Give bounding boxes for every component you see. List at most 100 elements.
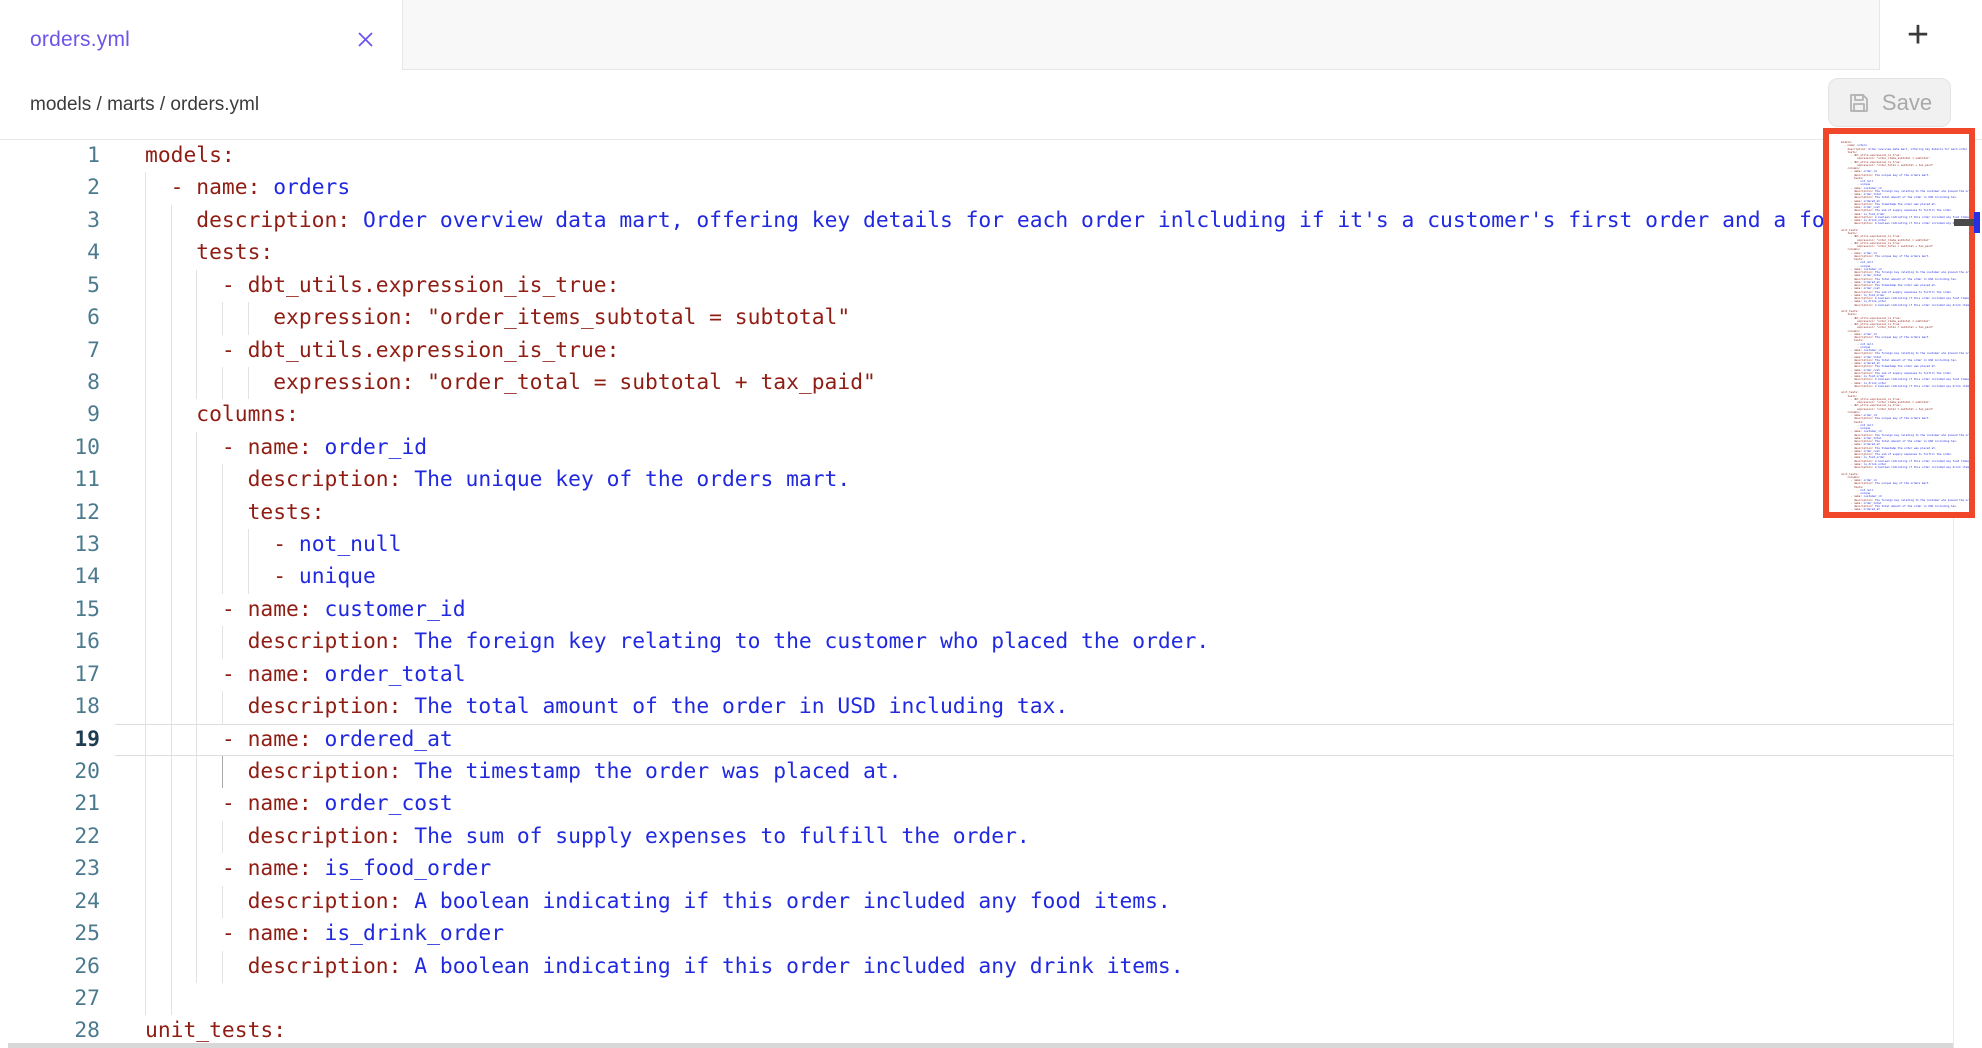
minimap-line: description: A boolean indicating if thi… [1841, 304, 1969, 307]
syntax-token: A boolean indicating if this order inclu… [401, 889, 1170, 914]
code-line[interactable]: 4 tests: [0, 237, 1982, 269]
horizontal-scrollbar[interactable] [8, 1043, 1953, 1048]
code-text: - unique [145, 561, 376, 593]
syntax-token: description: [145, 759, 401, 784]
code-line[interactable]: 2 - name: orders [0, 172, 1982, 204]
save-button[interactable]: Save [1828, 78, 1951, 127]
code-line[interactable]: 22 description: The sum of supply expens… [0, 821, 1982, 853]
code-editor[interactable]: 1models:2 - name: orders3 description: O… [0, 140, 1982, 1048]
code-text: - name: is_drink_order [145, 918, 504, 950]
syntax-token: description: [145, 629, 401, 654]
cursor-scroll-marker-icon [1974, 212, 1980, 233]
code-text: columns: [145, 399, 299, 431]
line-number: 23 [0, 853, 100, 885]
code-line[interactable]: 21 - name: order_cost [0, 788, 1982, 820]
code-text: description: The sum of supply expenses … [145, 821, 1030, 853]
syntax-token: columns: [145, 402, 299, 427]
code-line[interactable]: 24 description: A boolean indicating if … [0, 886, 1982, 918]
code-line[interactable]: 6 expression: "order_items_subtotal = su… [0, 302, 1982, 334]
code-line[interactable]: 16 description: The foreign key relating… [0, 626, 1982, 658]
code-text: tests: [145, 237, 273, 269]
code-line[interactable]: 27 [0, 983, 1982, 1015]
code-line[interactable]: 1models: [0, 140, 1982, 172]
code-line[interactable]: 11 description: The unique key of the or… [0, 464, 1982, 496]
plus-icon: + [1907, 14, 1929, 57]
code-line[interactable]: 7 - dbt_utils.expression_is_true: [0, 335, 1982, 367]
syntax-token: - name: [145, 921, 312, 946]
code-line[interactable]: 13 - not_null [0, 529, 1982, 561]
code-line[interactable]: 26 description: A boolean indicating if … [0, 951, 1982, 983]
line-number: 10 [0, 432, 100, 464]
line-number: 3 [0, 205, 100, 237]
syntax-token: unit_tests: [145, 1018, 286, 1043]
code-line[interactable]: 20 description: The timestamp the order … [0, 756, 1982, 788]
save-button-label: Save [1882, 90, 1932, 116]
code-line[interactable]: 3 description: Order overview data mart,… [0, 205, 1982, 237]
code-line[interactable]: 23 - name: is_food_order [0, 853, 1982, 885]
syntax-token: customer_id [312, 597, 466, 622]
syntax-token: - name: [145, 597, 312, 622]
line-number: 17 [0, 659, 100, 691]
line-number: 8 [0, 367, 100, 399]
minimap-line: description: A boolean indicating if thi… [1841, 222, 1969, 225]
syntax-token: - name: [145, 435, 312, 460]
line-number: 9 [0, 399, 100, 431]
syntax-token: description: [145, 694, 401, 719]
line-number: 18 [0, 691, 100, 723]
code-text: - dbt_utils.expression_is_true: [145, 335, 619, 367]
code-line[interactable]: 14 - unique [0, 561, 1982, 593]
minimap-line: description: A boolean indicating if thi… [1841, 466, 1969, 469]
minimap-line: description: A boolean indicating if thi… [1841, 385, 1969, 388]
code-text: description: The unique key of the order… [145, 464, 850, 496]
code-text: - not_null [145, 529, 401, 561]
syntax-token: - name: [145, 791, 312, 816]
code-text: tests: [145, 497, 325, 529]
line-number: 6 [0, 302, 100, 334]
syntax-token: The timestamp the order was placed at. [401, 759, 901, 784]
line-number: 22 [0, 821, 100, 853]
syntax-token: ordered_at [312, 727, 453, 752]
code-line[interactable]: 5 - dbt_utils.expression_is_true: [0, 270, 1982, 302]
code-line[interactable]: 19 - name: ordered_at [0, 724, 1982, 756]
syntax-token: A boolean indicating if this order inclu… [401, 954, 1183, 979]
line-number: 21 [0, 788, 100, 820]
line-number: 20 [0, 756, 100, 788]
line-number: 13 [0, 529, 100, 561]
close-icon[interactable] [352, 27, 378, 53]
code-text: description: A boolean indicating if thi… [145, 886, 1171, 918]
syntax-token: not_null [286, 532, 401, 557]
line-number: 15 [0, 594, 100, 626]
code-line[interactable]: 8 expression: "order_total = subtotal + … [0, 367, 1982, 399]
code-text: - name: orders [145, 172, 350, 204]
code-line[interactable]: 10 - name: order_id [0, 432, 1982, 464]
syntax-token: order_cost [312, 791, 453, 816]
line-number: 5 [0, 270, 100, 302]
floppy-disk-icon [1847, 91, 1871, 115]
syntax-token: description: [145, 889, 401, 914]
syntax-token: - name: [145, 856, 312, 881]
syntax-token: models: [145, 143, 235, 168]
minimap[interactable]: models: - name: orders description: Orde… [1823, 128, 1975, 518]
syntax-token: orders [260, 175, 350, 200]
code-line[interactable]: 9 columns: [0, 399, 1982, 431]
breadcrumb[interactable]: models / marts / orders.yml [30, 94, 259, 116]
code-text: - name: order_cost [145, 788, 453, 820]
line-number: 19 [0, 724, 100, 756]
syntax-token: Order overview data mart, offering key d… [350, 208, 1982, 233]
syntax-token: is_drink_order [312, 921, 504, 946]
syntax-token: - [145, 564, 286, 589]
syntax-token: is_food_order [312, 856, 492, 881]
code-text: description: The total amount of the ord… [145, 691, 1068, 723]
code-line[interactable]: 25 - name: is_drink_order [0, 918, 1982, 950]
syntax-token: order_id [312, 435, 427, 460]
code-line[interactable]: 12 tests: [0, 497, 1982, 529]
new-tab-button[interactable]: + [1896, 12, 1940, 58]
code-text: description: A boolean indicating if thi… [145, 951, 1184, 983]
tab-orders-yml[interactable]: orders.yml [0, 0, 403, 71]
code-line[interactable]: 17 - name: order_total [0, 659, 1982, 691]
line-number: 2 [0, 172, 100, 204]
syntax-token: description: [145, 208, 350, 233]
code-line[interactable]: 15 - name: customer_id [0, 594, 1982, 626]
code-line[interactable]: 18 description: The total amount of the … [0, 691, 1982, 723]
indent-guide [171, 983, 172, 1015]
